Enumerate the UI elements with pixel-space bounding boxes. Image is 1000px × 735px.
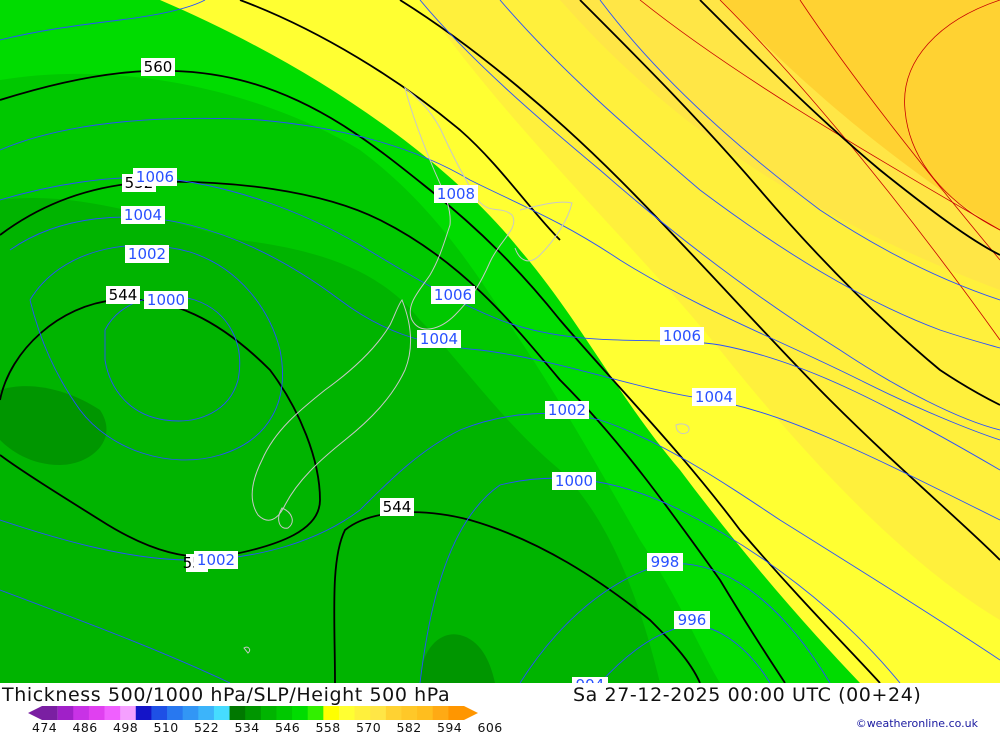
height-label: 560 bbox=[141, 58, 175, 76]
legend-swatch bbox=[401, 706, 418, 720]
svg-text:1002: 1002 bbox=[548, 401, 586, 419]
svg-text:560: 560 bbox=[144, 58, 173, 76]
pressure-label: 1002 bbox=[545, 401, 589, 419]
legend-swatch bbox=[370, 706, 387, 720]
pressure-label: 1000 bbox=[144, 291, 188, 309]
pressure-label: 1002 bbox=[125, 245, 169, 263]
legend-ticks: 474 486 498 510 522 534 546 558 570 582 594 606 bbox=[0, 720, 520, 735]
credit-link[interactable]: ©weatheronline.co.uk bbox=[856, 717, 978, 730]
legend-swatch bbox=[292, 706, 309, 720]
svg-text:1000: 1000 bbox=[555, 472, 593, 490]
svg-text:1004: 1004 bbox=[695, 388, 733, 406]
svg-text:1004: 1004 bbox=[124, 206, 162, 224]
svg-text:996: 996 bbox=[678, 611, 707, 629]
legend-swatch bbox=[260, 706, 277, 720]
pressure-label: 994 bbox=[572, 676, 608, 683]
legend-swatch bbox=[182, 706, 199, 720]
svg-text:1006: 1006 bbox=[136, 168, 174, 186]
legend-swatch bbox=[338, 706, 356, 720]
svg-text:1004: 1004 bbox=[420, 330, 458, 348]
pressure-label: 1004 bbox=[121, 206, 165, 224]
pressure-label: 1004 bbox=[417, 330, 461, 348]
svg-text:1000: 1000 bbox=[147, 291, 185, 309]
pressure-label: 1006 bbox=[133, 168, 177, 186]
legend-swatch bbox=[432, 706, 449, 720]
svg-text:1006: 1006 bbox=[434, 286, 472, 304]
pressure-label: 1008 bbox=[434, 185, 478, 203]
svg-text:1006: 1006 bbox=[663, 327, 701, 345]
pressure-label: 1006 bbox=[660, 327, 704, 345]
pressure-label: 1004 bbox=[692, 388, 736, 406]
height-label: 544 bbox=[380, 498, 414, 516]
height-label: 544 bbox=[106, 286, 140, 304]
legend-swatch bbox=[213, 706, 231, 720]
legend-swatch bbox=[245, 706, 262, 720]
legend-swatch bbox=[73, 706, 90, 720]
map-footer: Thickness 500/1000 hPa/SLP/Height 500 hP… bbox=[0, 683, 1000, 735]
legend-swatch bbox=[135, 706, 152, 720]
svg-text:1002: 1002 bbox=[197, 551, 235, 569]
svg-text:998: 998 bbox=[651, 553, 680, 571]
legend-swatch bbox=[354, 706, 371, 720]
pressure-label: 1002 bbox=[194, 551, 238, 569]
legend-swatch bbox=[229, 706, 246, 720]
map-title: Thickness 500/1000 hPa/SLP/Height 500 hP… bbox=[2, 684, 451, 706]
legend-swatch bbox=[120, 706, 137, 720]
svg-text:544: 544 bbox=[383, 498, 412, 516]
legend-color-bar bbox=[28, 706, 478, 720]
legend-swatch bbox=[167, 706, 184, 720]
legend-swatch bbox=[307, 706, 324, 720]
weather-map: 560 552 544 544 552 1006 1004 1002 bbox=[0, 0, 1000, 683]
svg-text:1002: 1002 bbox=[128, 245, 166, 263]
legend-swatch bbox=[448, 706, 478, 720]
legend-swatch bbox=[198, 706, 215, 720]
valid-time: Sa 27-12-2025 00:00 UTC (00+24) bbox=[573, 684, 922, 706]
legend-swatch bbox=[57, 706, 74, 720]
legend-swatch bbox=[276, 706, 293, 720]
legend-swatch bbox=[28, 706, 58, 720]
svg-text:544: 544 bbox=[109, 286, 138, 304]
pressure-label: 996 bbox=[674, 611, 710, 629]
svg-text:994: 994 bbox=[576, 676, 605, 683]
legend-swatch bbox=[104, 706, 121, 720]
legend-swatch bbox=[88, 706, 106, 720]
legend-swatch bbox=[417, 706, 434, 720]
legend-swatch bbox=[151, 706, 168, 720]
pressure-label: 1006 bbox=[431, 286, 475, 304]
pressure-label: 1000 bbox=[552, 472, 596, 490]
svg-text:1008: 1008 bbox=[437, 185, 475, 203]
thickness-fill bbox=[0, 0, 1000, 683]
pressure-label: 998 bbox=[647, 553, 683, 571]
legend-swatch bbox=[385, 706, 402, 720]
legend-swatch bbox=[323, 706, 340, 720]
